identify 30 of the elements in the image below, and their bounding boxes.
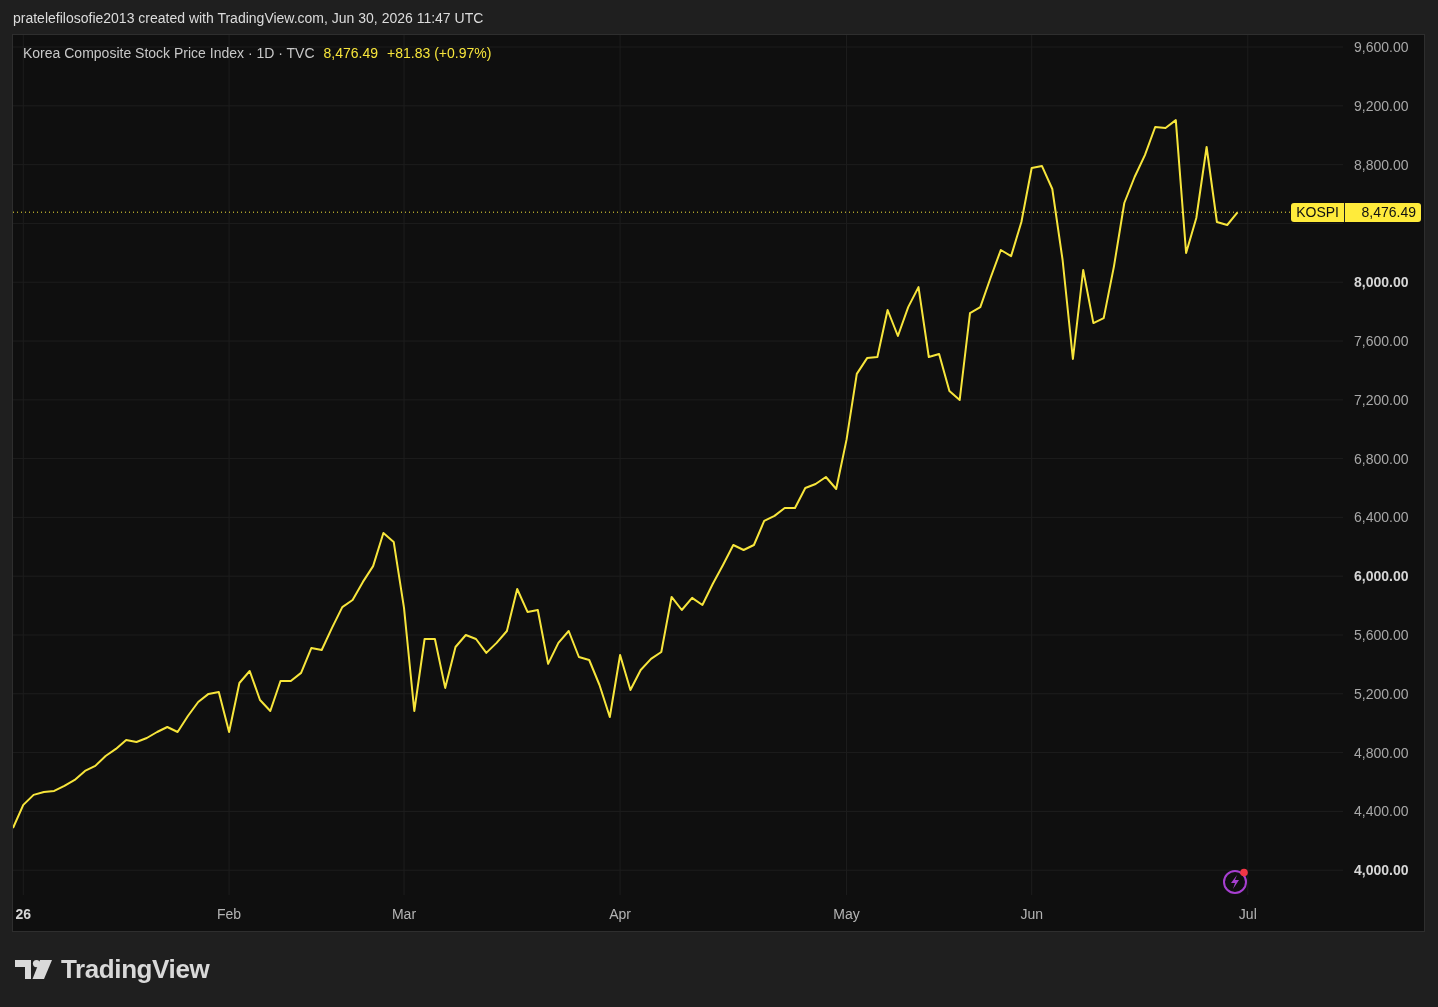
price-axis-label: 8,000.00 bbox=[1354, 274, 1409, 291]
price-axis-label: 5,200.00 bbox=[1354, 685, 1409, 702]
price-axis-label: 6,800.00 bbox=[1354, 450, 1409, 467]
time-axis-label: Jul bbox=[1238, 906, 1257, 922]
logo-mark-icon bbox=[15, 960, 52, 979]
price-axis-label: 4,400.00 bbox=[1354, 803, 1409, 820]
brand-wordmark: TradingView bbox=[61, 954, 210, 985]
last-price-value: 8,476.49 bbox=[323, 44, 379, 62]
price-axis-label: 8,800.00 bbox=[1354, 156, 1409, 173]
price-change: +81.83 (+0.97%) bbox=[387, 44, 492, 62]
lightning-bolt-icon[interactable] bbox=[1222, 868, 1249, 895]
last-price-tag: 8,476.49 bbox=[1344, 202, 1421, 222]
symbol-title: Korea Composite Stock Price Index · 1D · TVC bbox=[23, 44, 315, 62]
price-axis-label: 6,000.00 bbox=[1354, 568, 1409, 585]
price-axis-label: 9,200.00 bbox=[1354, 97, 1409, 114]
price-axis-label: 7,600.00 bbox=[1354, 333, 1409, 349]
time-axis-label: Apr bbox=[609, 906, 631, 922]
time-axis-label: Mar bbox=[391, 906, 417, 922]
price-axis-label: 7,200.00 bbox=[1354, 391, 1409, 408]
series-name-tag: KOSPI bbox=[1291, 202, 1344, 222]
time-axis-label: Feb bbox=[217, 906, 242, 922]
time-axis-label: May bbox=[833, 906, 860, 922]
price-axis-label: 9,600.00 bbox=[1354, 39, 1409, 56]
time-axis-label: Jun bbox=[1020, 906, 1043, 922]
snapshot-caption: pratelefilosofie2013 created with TradingView.com, Jun 30, 2026 11:47 UTC bbox=[13, 10, 484, 26]
price-axis-label: 4,800.00 bbox=[1354, 744, 1409, 761]
price-axis-label: 5,600.00 bbox=[1354, 627, 1409, 643]
price-axis-label: 6,400.00 bbox=[1354, 509, 1409, 526]
time-axis-label: 26 bbox=[15, 906, 32, 922]
price-axis-label: 4,000.00 bbox=[1354, 862, 1409, 879]
